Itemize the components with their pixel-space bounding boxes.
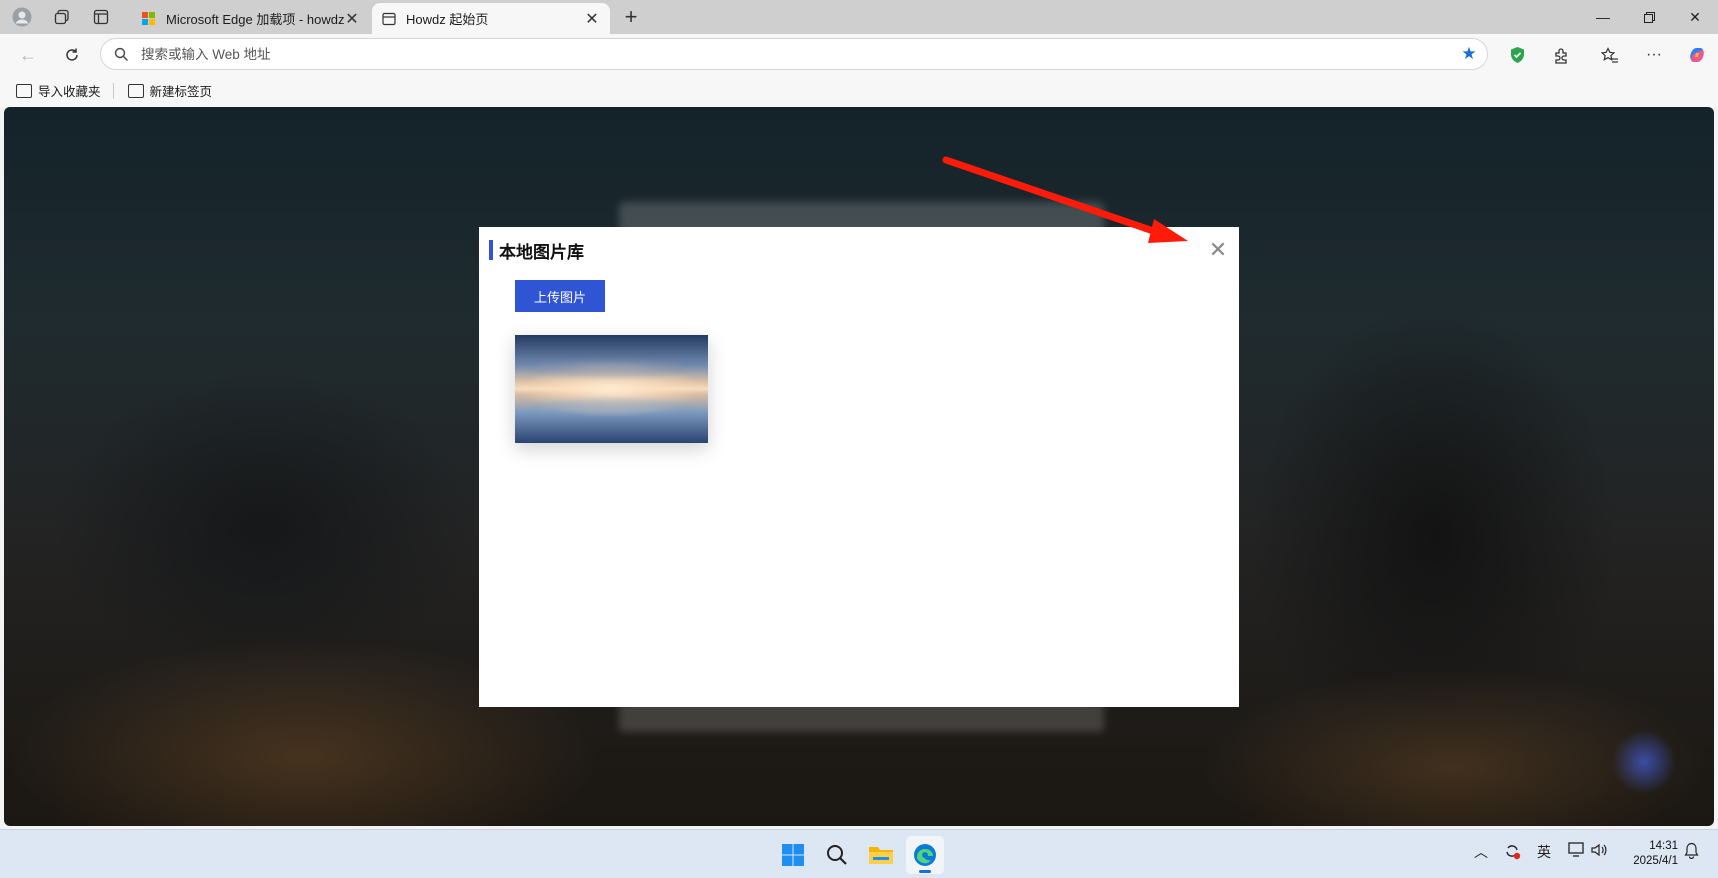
local-image-library-dialog: 本地图片库 ✕ 上传图片 (479, 227, 1239, 707)
favorite-star-icon[interactable]: ★ (1451, 44, 1487, 64)
clock-date: 2025/4/1 (1633, 855, 1678, 867)
close-tab-icon[interactable]: ✕ (344, 9, 360, 29)
profile-icon[interactable] (10, 5, 34, 29)
upload-image-button[interactable]: 上传图片 (515, 280, 605, 312)
favorites-bar: 导入收藏夹 新建标签页 (0, 74, 1718, 107)
show-hidden-icons-chevron-icon[interactable]: ︿ (1474, 842, 1488, 862)
address-bar[interactable]: ★ (100, 38, 1488, 70)
browser-tab-bar: Microsoft Edge 加载项 - howdz起 ✕ Howdz 起始页 … (0, 0, 1718, 34)
system-clock[interactable]: 14:31 2025/4/1 (1618, 839, 1678, 869)
thumbnail-cloud (535, 361, 685, 377)
dialog-title-text: 本地图片库 (499, 242, 584, 262)
favorites-item-label: 新建标签页 (149, 85, 213, 99)
search-icon[interactable] (818, 836, 856, 874)
favorites-item-label: 导入收藏夹 (38, 85, 101, 99)
more-options-icon[interactable]: ··· (1640, 41, 1668, 69)
page-icon (382, 12, 396, 26)
back-arrow-icon[interactable]: ← (14, 41, 42, 69)
new-tab-plus-icon[interactable]: + (619, 4, 643, 29)
input-method-indicator[interactable]: 英 (1537, 842, 1551, 862)
tab-title: Howdz 起始页 (406, 12, 489, 27)
favorites-item-new-tab[interactable]: 新建标签页 (122, 79, 219, 103)
volume-icon[interactable] (1590, 842, 1608, 861)
notifications-bell-icon[interactable] (1684, 842, 1699, 862)
favorites-item-import[interactable]: 导入收藏夹 (10, 79, 107, 103)
new-tab-page-icon (127, 83, 144, 98)
close-window-icon[interactable]: ✕ (1672, 0, 1718, 34)
tab-actions-icon[interactable] (89, 5, 113, 29)
tab-howdz-start[interactable]: Howdz 起始页 ✕ (372, 3, 610, 34)
close-tab-icon[interactable]: ✕ (584, 9, 600, 29)
microsoft-logo-icon (142, 11, 156, 26)
active-app-indicator (919, 870, 931, 873)
thumbnail-cloud-reflection (537, 399, 685, 413)
tab-title: Microsoft Edge 加载项 - howdz起 (166, 12, 344, 27)
import-favorites-icon (16, 83, 32, 98)
address-input[interactable] (141, 46, 1451, 62)
close-icon[interactable]: ✕ (1207, 239, 1229, 261)
extensions-icon[interactable] (1547, 41, 1575, 69)
copilot-icon[interactable] (1683, 41, 1711, 69)
title-accent-bar (489, 240, 493, 260)
clock-time: 14:31 (1649, 840, 1678, 852)
windows-taskbar: ︿ 英 14:31 2025/4/1 (0, 829, 1718, 878)
dialog-title: 本地图片库 (489, 240, 584, 262)
sync-status-icon[interactable] (1503, 842, 1521, 863)
windows-start-icon[interactable] (774, 836, 812, 874)
file-explorer-icon[interactable] (862, 836, 900, 874)
favorites-divider (112, 82, 114, 99)
browser-essentials-shield-icon[interactable] (1503, 41, 1531, 69)
favorites-list-icon[interactable] (1596, 41, 1624, 69)
search-icon (101, 47, 141, 62)
minimize-icon[interactable]: — (1580, 0, 1626, 34)
edge-icon[interactable] (906, 836, 944, 874)
image-thumbnail[interactable] (515, 335, 708, 443)
tab-edge-addons[interactable]: Microsoft Edge 加载项 - howdz起 ✕ (132, 3, 370, 34)
restore-icon[interactable] (1626, 0, 1672, 34)
network-icon[interactable] (1568, 842, 1586, 861)
workspaces-icon[interactable] (50, 5, 74, 29)
refresh-icon[interactable] (58, 41, 86, 69)
navigation-toolbar: ← ★ ··· (0, 34, 1718, 74)
